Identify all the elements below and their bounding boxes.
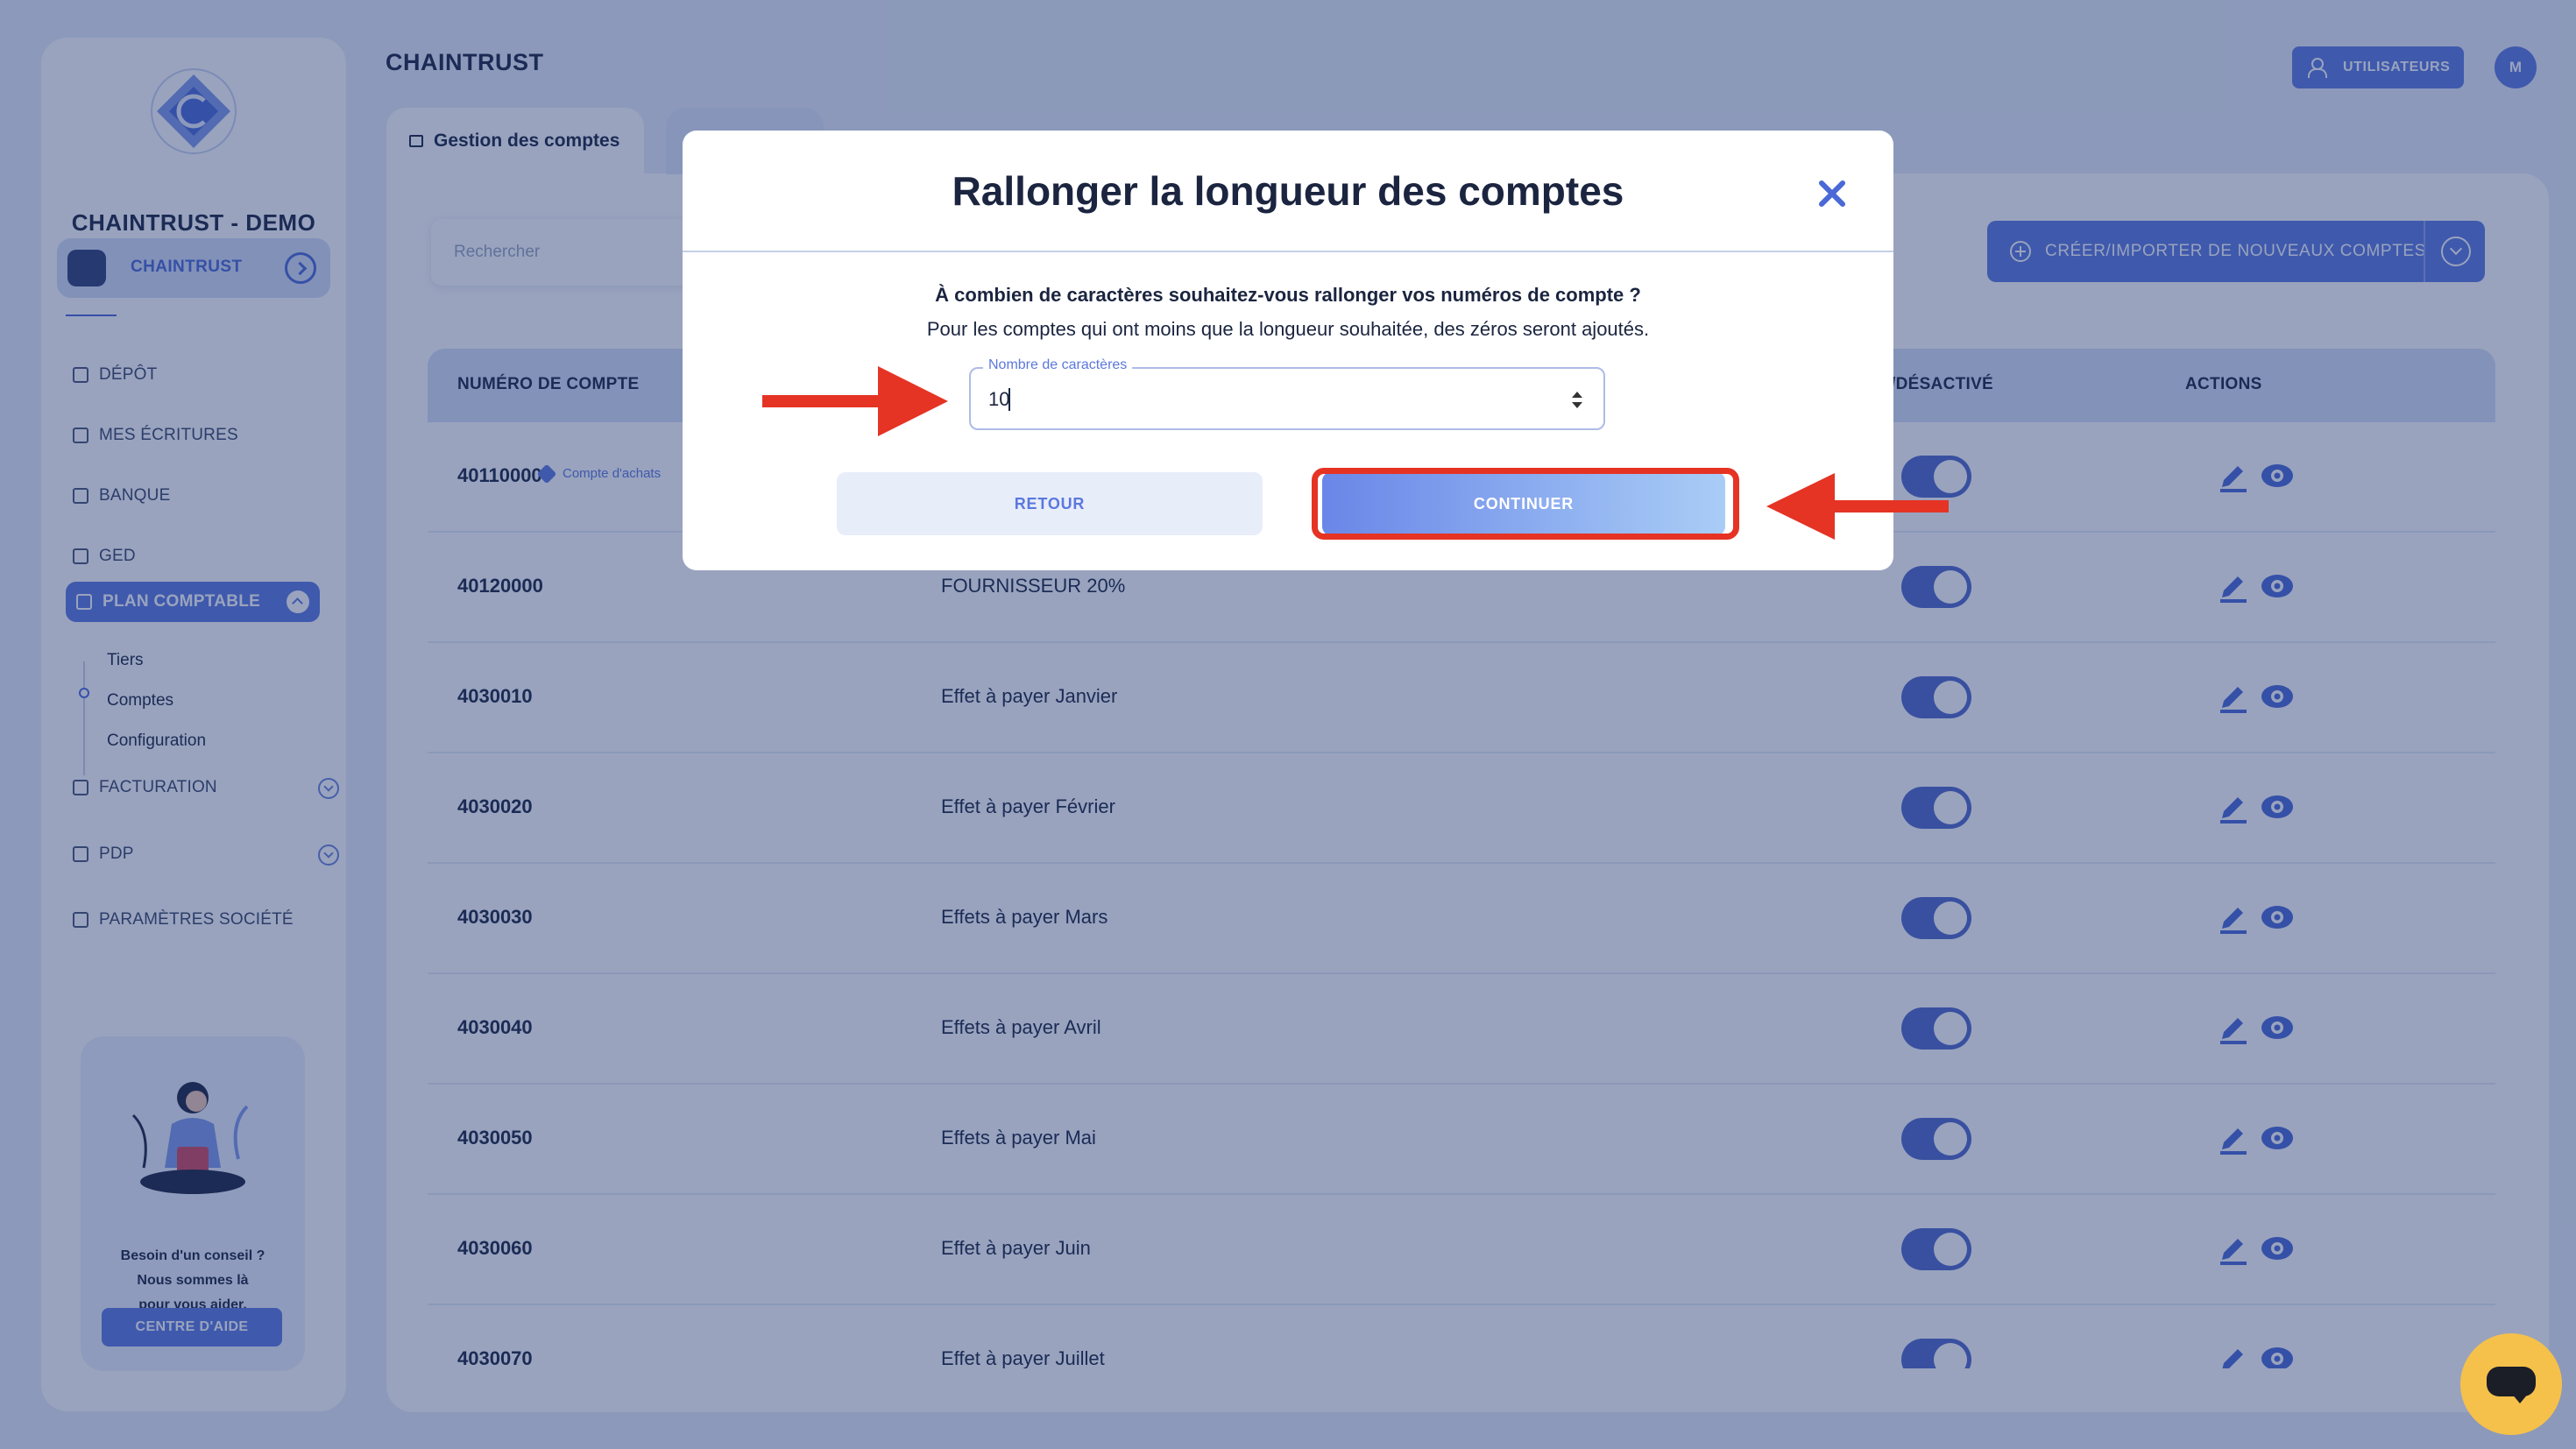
- arrow-right-annotation: [762, 366, 948, 436]
- modal-question: À combien de caractères souhaitez-vous r…: [935, 284, 1641, 306]
- back-button[interactable]: RETOUR: [837, 472, 1263, 535]
- continue-highlight-box: [1312, 468, 1739, 540]
- character-count-input[interactable]: Nombre de caractères 10: [969, 357, 1605, 430]
- modal-divider: [683, 251, 1893, 252]
- spinner-icon[interactable]: [1572, 392, 1582, 411]
- modal-info: Pour les comptes qui ont moins que la lo…: [926, 318, 1650, 340]
- chat-support-button[interactable]: [2460, 1333, 2562, 1435]
- text-caret: [1008, 388, 1010, 411]
- field-value[interactable]: 10: [988, 388, 1009, 411]
- arrow-left-annotation: [1766, 473, 1949, 540]
- field-label: Nombre de caractères: [983, 357, 1133, 373]
- modal-title: Rallonger la longueur des comptes: [952, 168, 1624, 214]
- close-icon[interactable]: [1813, 174, 1851, 213]
- chat-icon: [2487, 1367, 2536, 1403]
